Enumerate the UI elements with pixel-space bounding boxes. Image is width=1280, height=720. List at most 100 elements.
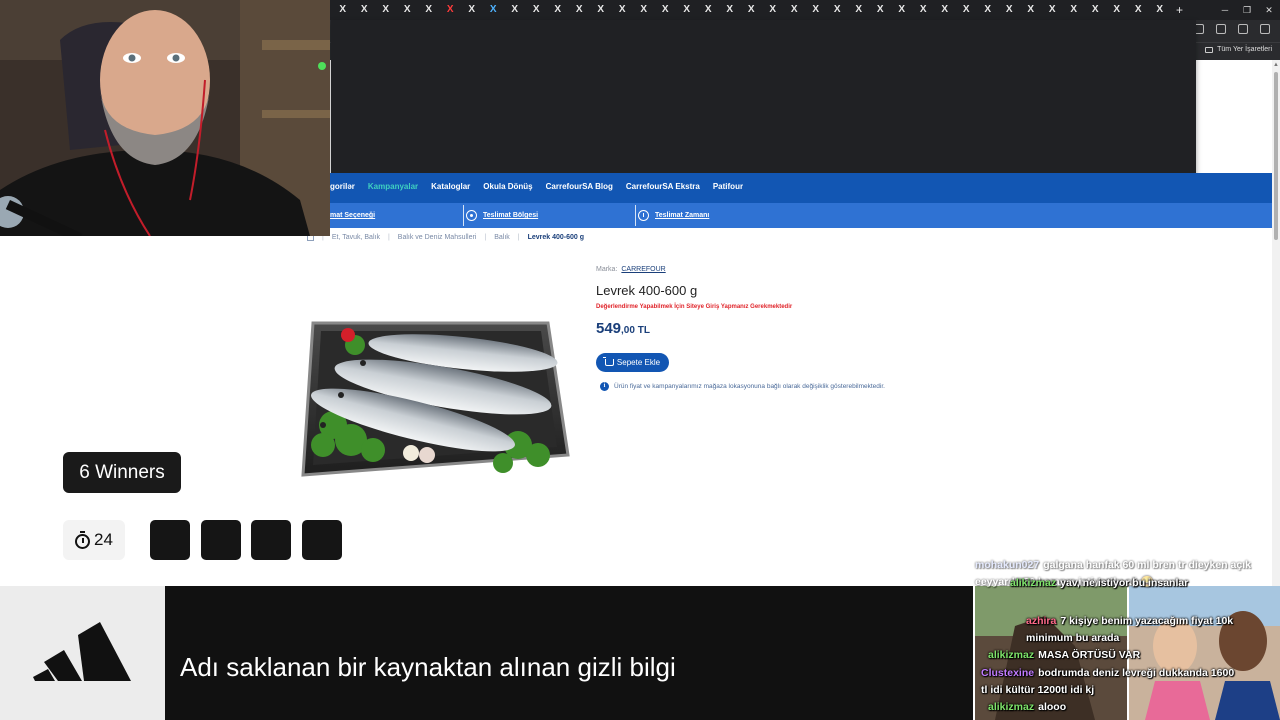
- browser-tab[interactable]: X: [870, 0, 892, 20]
- browser-tab[interactable]: X: [719, 0, 741, 20]
- nav-item[interactable]: CarrefourSA Blog: [546, 182, 613, 191]
- winner-slot: [150, 520, 190, 560]
- breadcrumb-link[interactable]: Et, Tavuk, Balık: [332, 234, 380, 241]
- delivery-time-link[interactable]: Teslimat Zamanı: [638, 203, 709, 228]
- chat-message: azhira 7 kişiye benim yazacağım fiyat 10k…: [1026, 613, 1266, 647]
- brand-link[interactable]: CARREFOUR: [621, 266, 665, 273]
- nav-item[interactable]: CarrefourSA Ekstra: [626, 182, 700, 191]
- delivery-region-label: Teslimat Bölgesi: [483, 212, 539, 219]
- browser-tab[interactable]: X: [504, 0, 526, 20]
- price-info-note: i Ürün fiyat ve kampanyalarımız mağaza l…: [600, 382, 885, 391]
- add-to-cart-button[interactable]: Sepete Ekle: [596, 353, 669, 372]
- browser-tab[interactable]: X: [805, 0, 827, 20]
- browser-tab[interactable]: X: [741, 0, 763, 20]
- browser-tab[interactable]: X: [762, 0, 784, 20]
- scroll-thumb[interactable]: [1274, 72, 1278, 240]
- chat-text: alooo: [1038, 701, 1067, 713]
- chat-text: MASA ÖRTÜSÜ VAR: [1038, 649, 1141, 661]
- browser-tab[interactable]: X: [569, 0, 591, 20]
- divider: [463, 205, 464, 226]
- browser-tab[interactable]: X: [848, 0, 870, 20]
- browser-tab[interactable]: X: [590, 0, 612, 20]
- tab-list: X X X X X X X X X X X X X X X X X X X X X X X X X X X X X X X X X X X X X X X +: [332, 0, 1189, 20]
- browser-tab[interactable]: X: [1063, 0, 1085, 20]
- folder-icon: [1205, 46, 1214, 53]
- browser-tab[interactable]: X: [1128, 0, 1150, 20]
- all-bookmarks-button[interactable]: Tüm Yer İşaretleri: [1205, 46, 1272, 53]
- page-scrollbar[interactable]: ▲: [1272, 60, 1280, 586]
- info-icon: i: [600, 382, 609, 391]
- chat-username[interactable]: mohakun027: [975, 559, 1039, 571]
- chat-username[interactable]: Clustexine: [981, 667, 1034, 679]
- breadcrumb-separator: |: [484, 233, 487, 241]
- browser-tab[interactable]: X: [655, 0, 677, 20]
- browser-tab[interactable]: X: [1106, 0, 1128, 20]
- browser-tab[interactable]: X: [1149, 0, 1171, 20]
- clock-icon: [638, 210, 649, 221]
- breadcrumb-link[interactable]: Balık ve Deniz Mahsulleri: [398, 234, 477, 241]
- browser-tab[interactable]: X: [1085, 0, 1107, 20]
- browser-tab[interactable]: X: [526, 0, 548, 20]
- dropdown-overlay-panel: [331, 20, 1196, 186]
- browser-tab[interactable]: X: [633, 0, 655, 20]
- site-delivery-nav: mat Seçeneği Teslimat Bölgesi Teslimat Z…: [330, 203, 1272, 228]
- scroll-up-icon[interactable]: ▲: [1273, 62, 1279, 68]
- winners-badge: 6 Winners: [63, 452, 181, 493]
- browser-tab[interactable]: X: [891, 0, 913, 20]
- nav-item[interactable]: Kampanyalar: [368, 182, 418, 191]
- browser-tab[interactable]: X: [354, 0, 376, 20]
- chat-overlay: mohakun027 galgana hanfak 60 ml bren tr d…: [975, 559, 1280, 720]
- chat-username[interactable]: alikizmaz: [988, 701, 1034, 713]
- minimize-icon[interactable]: ─: [1214, 0, 1236, 20]
- browser-tab[interactable]: X: [375, 0, 397, 20]
- giveaway-timer: 24: [63, 520, 125, 560]
- product-image: [301, 321, 570, 477]
- nav-item[interactable]: Okula Dönüş: [483, 182, 532, 191]
- breadcrumb-link[interactable]: Balık: [494, 234, 510, 241]
- browser-tab[interactable]: X: [977, 0, 999, 20]
- sponsor-logo-panel: [0, 586, 165, 720]
- browser-tab[interactable]: X: [418, 0, 440, 20]
- chat-username[interactable]: azhira: [1026, 615, 1056, 627]
- browser-tab[interactable]: X: [440, 0, 462, 20]
- close-window-icon[interactable]: ✕: [1258, 0, 1280, 20]
- nav-item[interactable]: Patifour: [713, 182, 743, 191]
- browser-tab[interactable]: X: [397, 0, 419, 20]
- chat-username[interactable]: alikizmaz: [1010, 577, 1056, 589]
- chat-username[interactable]: alikizmaz: [988, 649, 1034, 661]
- browser-tab[interactable]: X: [612, 0, 634, 20]
- new-tab-button[interactable]: +: [1171, 3, 1189, 17]
- timer-value: 24: [94, 530, 113, 549]
- profile-icon[interactable]: [1238, 24, 1248, 34]
- tab-search-icon[interactable]: [1216, 24, 1226, 34]
- nav-item[interactable]: gorilər: [330, 182, 355, 191]
- browser-tab[interactable]: X: [461, 0, 483, 20]
- divider: [635, 205, 636, 226]
- browser-tab[interactable]: X: [1020, 0, 1042, 20]
- browser-tab[interactable]: X: [332, 0, 354, 20]
- breadcrumb-separator: |: [387, 233, 390, 241]
- browser-tab[interactable]: X: [676, 0, 698, 20]
- browser-tab[interactable]: X: [698, 0, 720, 20]
- webcam-feed: [0, 0, 330, 236]
- browser-tab[interactable]: X: [784, 0, 806, 20]
- browser-tab[interactable]: X: [1042, 0, 1064, 20]
- cart-icon: [602, 357, 614, 366]
- nav-item[interactable]: Kataloglar: [431, 182, 470, 191]
- restore-icon[interactable]: ❐: [1236, 0, 1258, 20]
- breadcrumb: | Et, Tavuk, Balık | Balık ve Deniz Mahsull…: [306, 231, 584, 241]
- review-login-warning[interactable]: Değerlendirme Yapabilmek İçin Siteye Gir…: [596, 304, 792, 310]
- browser-tab[interactable]: X: [934, 0, 956, 20]
- browser-tab[interactable]: X: [999, 0, 1021, 20]
- browser-tab[interactable]: X: [827, 0, 849, 20]
- brand-line: Marka: CARREFOUR: [596, 266, 666, 273]
- browser-tab[interactable]: X: [547, 0, 569, 20]
- browser-tab[interactable]: X: [956, 0, 978, 20]
- chat-message: alikizmaz MASA ÖRTÜSÜ VAR: [988, 647, 1188, 664]
- browser-tab[interactable]: X: [913, 0, 935, 20]
- menu-icon[interactable]: [1260, 24, 1270, 34]
- delivery-region-link[interactable]: Teslimat Bölgesi: [466, 203, 538, 228]
- winner-slot: [201, 520, 241, 560]
- delivery-option-link[interactable]: mat Seçeneği: [330, 203, 375, 228]
- browser-tab[interactable]: X: [483, 0, 505, 20]
